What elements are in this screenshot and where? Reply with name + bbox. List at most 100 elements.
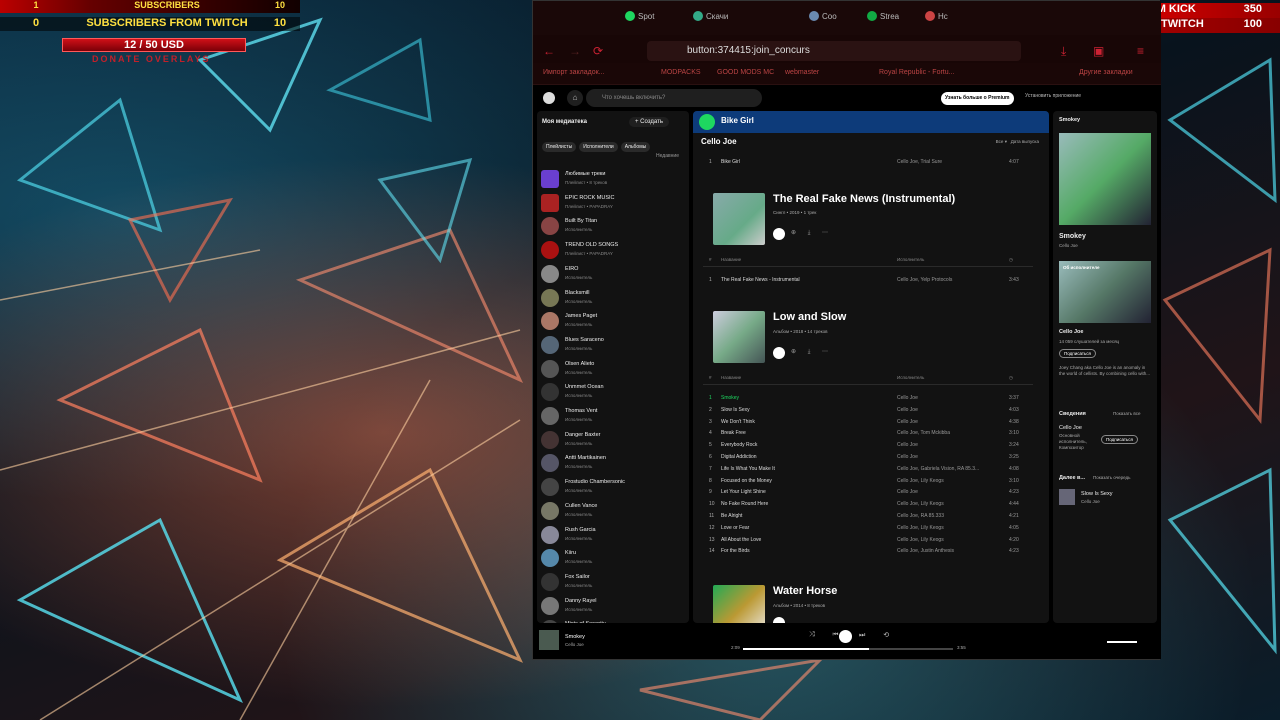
bookmark-import[interactable]: Импорт закладок...: [543, 69, 605, 76]
artist-name[interactable]: Cello Joe: [701, 137, 737, 146]
search-input[interactable]: Что хочешь включить?: [586, 89, 762, 107]
table-row[interactable]: 12 Love or Fear Cello Joe, Lily Keogs 4:05: [703, 525, 1033, 536]
track-artist: Cello Joe, Lily Keogs: [897, 524, 944, 531]
chip-artists[interactable]: Исполнители: [579, 142, 618, 152]
list-item[interactable]: Rush Garcia Исполнитель: [541, 525, 687, 547]
download-manager-icon[interactable]: ⤓: [1061, 44, 1066, 59]
menu-icon[interactable]: ≡: [1137, 44, 1144, 58]
list-item-cover: [541, 407, 559, 425]
pause-button[interactable]: [839, 630, 852, 643]
album-actions[interactable]: ⊕ ⤓ ⋯: [791, 348, 833, 356]
home-icon[interactable]: ⌂: [567, 90, 583, 106]
bookmark-royal-republic[interactable]: Royal Republic - Fortu...: [879, 69, 954, 76]
list-item[interactable]: Fox Sailor Исполнитель: [541, 572, 687, 594]
table-row[interactable]: 9 Let Your Light Shine Cello Joe 4:23: [703, 489, 1033, 500]
chip-playlists[interactable]: Плейлисты: [542, 142, 577, 152]
bookmark-webmaster[interactable]: webmaster: [785, 69, 819, 76]
list-item[interactable]: Antti Martikainen Исполнитель: [541, 453, 687, 475]
table-row[interactable]: 7 Life Is What You Make It Cello Joe, Gabr…: [703, 466, 1033, 477]
tab-streamer[interactable]: Strea: [867, 11, 915, 27]
now-playing-song[interactable]: Smokey: [1059, 233, 1086, 240]
list-item[interactable]: EIRO Исполнитель: [541, 264, 687, 286]
tab-spotify[interactable]: Spot: [625, 11, 681, 27]
album-cover[interactable]: [713, 311, 765, 363]
list-item[interactable]: Danny Rayel Исполнитель: [541, 596, 687, 618]
list-item[interactable]: Kiiru Исполнитель: [541, 548, 687, 570]
bookmark-other[interactable]: Другие закладки: [1079, 69, 1133, 76]
header-title: Bike Girl: [721, 116, 754, 125]
table-row[interactable]: 3 We Don't Think Cello Joe 4:38: [703, 419, 1033, 430]
list-item[interactable]: TREND OLD SONGS Плейлист • PAPADRAY: [541, 240, 687, 262]
table-row[interactable]: 6 Digital Addiction Cello Joe 3:25: [703, 454, 1033, 465]
table-row[interactable]: 11 Be Alright Cello Joe, RA 85.333 4:21: [703, 513, 1033, 524]
list-item[interactable]: Olsen Alieto Исполнитель: [541, 359, 687, 381]
album-cover[interactable]: [713, 585, 765, 623]
list-item[interactable]: Thomas Vent Исполнитель: [541, 406, 687, 428]
table-row[interactable]: 1 The Real Fake News - Instrumental Cell…: [703, 277, 1033, 288]
credits-show-all[interactable]: Показать все: [1113, 411, 1140, 416]
player-bar: Smokey Cello Joe ⤨ ⏮ ⏭ ⟲ 2:09 3:55: [533, 625, 1161, 659]
now-playing-panel: Smokey Smokey Cello Joe Об исполнителе C…: [1053, 111, 1157, 623]
album-cover[interactable]: [713, 193, 765, 245]
url-field[interactable]: button:374415:join_concurs: [647, 41, 1021, 61]
credit-name[interactable]: Cello Joe: [1059, 425, 1082, 431]
album-play-button[interactable]: [773, 347, 785, 359]
tab-other[interactable]: Hc: [925, 11, 965, 27]
library-title[interactable]: Моя медиатека: [542, 119, 587, 125]
credit-follow-button[interactable]: Подписаться: [1101, 435, 1138, 444]
bookmark-modpacks[interactable]: MODPACKS: [661, 69, 701, 76]
install-app-link[interactable]: Установить приложение: [1025, 93, 1081, 99]
table-row[interactable]: 1 Smokey Cello Joe 3:37: [703, 395, 1033, 406]
table-row[interactable]: 10 No Fake Round Here Cello Joe, Lily Keog…: [703, 501, 1033, 512]
list-item[interactable]: Frostudio Chambersonic Исполнитель: [541, 477, 687, 499]
chip-albums[interactable]: Альбомы: [620, 142, 651, 152]
list-item[interactable]: Unmmet Ocean Исполнитель: [541, 382, 687, 404]
album-title[interactable]: Water Horse: [773, 585, 837, 597]
about-artist-name[interactable]: Cello Joe: [1059, 329, 1083, 335]
list-item[interactable]: EPIC ROCK MUSIC Плейлист • PAPADRAY: [541, 193, 687, 215]
create-button[interactable]: + Создать: [629, 117, 669, 127]
table-row[interactable]: 14 For the Birds Cello Joe, Justin Anthesi…: [703, 548, 1033, 559]
volume-slider[interactable]: [1107, 641, 1137, 643]
album-title[interactable]: The Real Fake News (Instrumental): [773, 193, 955, 205]
album-title[interactable]: Low and Slow: [773, 311, 846, 323]
album-play-button[interactable]: [773, 228, 785, 240]
extensions-icon[interactable]: ▣: [1093, 44, 1104, 58]
next-song[interactable]: Slow Is Sexy: [1081, 491, 1112, 497]
list-item[interactable]: James Paget Исполнитель: [541, 311, 687, 333]
reload-icon[interactable]: ⟳: [593, 44, 603, 58]
sort-recent[interactable]: Недавние: [656, 153, 679, 159]
progress-bar[interactable]: [743, 648, 953, 650]
table-row[interactable]: 1 Bike Girl Cello Joe, Trial Sure 4:07: [703, 159, 1033, 170]
forward-icon[interactable]: →: [569, 44, 581, 58]
player-song[interactable]: Smokey: [565, 634, 585, 640]
spotify-logo-icon[interactable]: [543, 92, 555, 104]
list-item[interactable]: Любимые треки Плейлист • 8 треков: [541, 169, 687, 191]
col-name: Название: [721, 257, 742, 262]
player-artist[interactable]: Cello Joe: [565, 642, 584, 647]
table-row[interactable]: 8 Focused on the Money Cello Joe, Lily Keo…: [703, 478, 1033, 489]
list-item[interactable]: Blues Saraceno Исполнитель: [541, 335, 687, 357]
album-play-button[interactable]: [773, 617, 785, 623]
show-queue-link[interactable]: Показать очередь: [1093, 475, 1131, 480]
discography-filters[interactable]: Все ▾ Дата выпуска: [996, 139, 1039, 145]
back-icon[interactable]: ←: [543, 44, 555, 58]
list-item[interactable]: Mists of SerenityИсполнитель: [541, 619, 687, 623]
table-row[interactable]: 2 Slow Is Sexy Cello Joe 4:03: [703, 407, 1033, 418]
follow-button[interactable]: Подписаться: [1059, 349, 1096, 358]
tab-steam[interactable]: Coo: [809, 11, 857, 27]
now-playing-artist[interactable]: Cello Joe: [1059, 243, 1078, 248]
premium-button[interactable]: Узнать больше о Premium: [941, 92, 1014, 105]
list-item[interactable]: Blacksmill Исполнитель: [541, 288, 687, 310]
table-row[interactable]: 4 Break Free Cello Joe, Tom Mckibba 3:10: [703, 430, 1033, 441]
tab-download[interactable]: Скачи: [693, 11, 749, 27]
player-controls-right[interactable]: ⏭ ⟲: [859, 631, 897, 640]
bookmark-good-mods[interactable]: GOOD MODS MC: [717, 69, 774, 76]
list-item[interactable]: Cullen Vance Исполнитель: [541, 501, 687, 523]
list-item[interactable]: Built By Titan Исполнитель: [541, 216, 687, 238]
list-item[interactable]: Danger Baxter Исполнитель: [541, 430, 687, 452]
album-actions[interactable]: ⊕ ⤓ ⋯: [791, 229, 833, 237]
table-row[interactable]: 5 Everybody Rock Cello Joe 3:24: [703, 442, 1033, 453]
play-button[interactable]: [699, 114, 715, 130]
table-row[interactable]: 13 All About the Love Cello Joe, Lily Keog…: [703, 537, 1033, 548]
